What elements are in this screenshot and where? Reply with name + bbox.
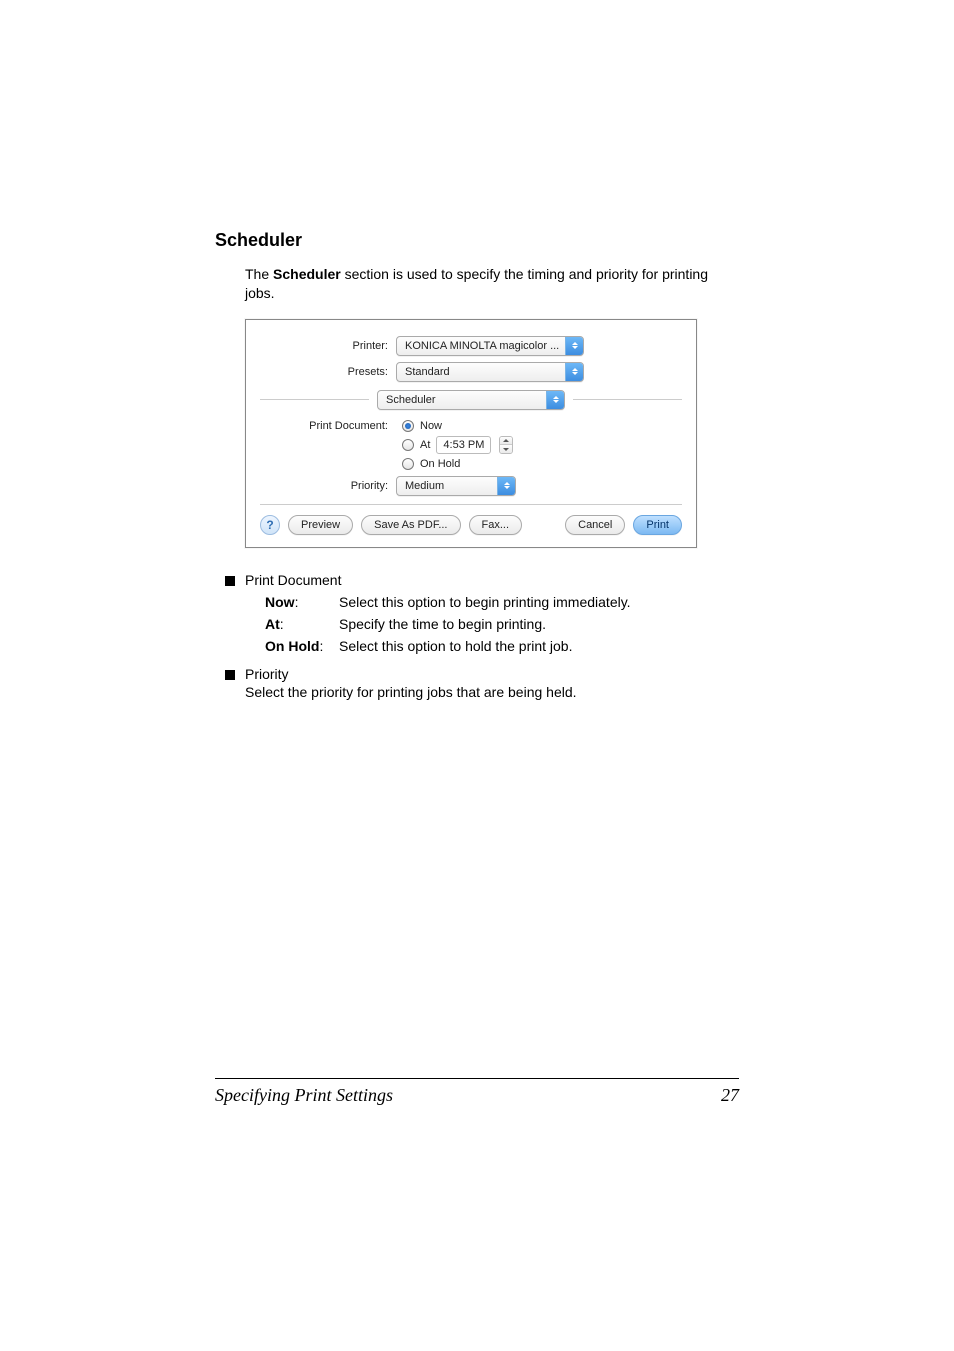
def-key: On Hold [265,638,319,654]
printer-select[interactable]: KONICA MINOLTA magicolor ... [396,336,584,356]
list-item-title: Print Document [245,572,631,588]
definition-row: Now: Select this option to begin printin… [265,594,631,610]
priority-label: Priority: [260,480,396,492]
page-number: 27 [721,1085,739,1106]
footer-rule [215,1078,739,1079]
dialog-screenshot: Printer: KONICA MINOLTA magicolor ... Pr… [245,319,739,548]
chevron-up-icon [503,439,509,442]
radio-at-label: At [420,439,430,451]
section-select-value: Scheduler [386,394,440,406]
help-button[interactable]: ? [260,515,280,535]
select-caret-icon [546,391,564,409]
def-value: Specify the time to begin printing. [339,616,631,632]
section-heading: Scheduler [215,230,739,251]
select-caret-icon [565,337,583,355]
priority-select-value: Medium [405,480,448,492]
print-document-label: Print Document: [260,420,396,432]
square-bullet-icon [225,670,235,680]
page-footer: Specifying Print Settings 27 [215,1078,739,1106]
presets-select-value: Standard [405,366,454,378]
radio-hold-label: On Hold [420,458,460,470]
presets-select[interactable]: Standard [396,362,584,382]
definition-row: At: Specify the time to begin printing. [265,616,631,632]
def-value: Select this option to begin printing imm… [339,594,631,610]
save-as-pdf-button[interactable]: Save As PDF... [361,515,460,535]
divider [260,504,682,505]
list-item-title: Priority [245,666,577,682]
radio-hold[interactable] [402,458,414,470]
presets-label: Presets: [260,366,396,378]
time-stepper[interactable] [499,436,513,454]
chevron-down-icon [503,448,509,451]
definition-row: On Hold: Select this option to hold the … [265,638,631,654]
def-key: Now [265,594,295,610]
cancel-button[interactable]: Cancel [565,515,625,535]
print-button[interactable]: Print [633,515,682,535]
def-value: Select this option to hold the print job… [339,638,631,654]
divider [573,399,682,400]
list-item-desc: Select the priority for printing jobs th… [245,684,577,700]
printer-select-value: KONICA MINOLTA magicolor ... [405,340,563,352]
list-item: Print Document Now: Select this option t… [225,572,739,660]
printer-label: Printer: [260,340,396,352]
square-bullet-icon [225,576,235,586]
radio-now-label: Now [420,420,442,432]
list-item: Priority Select the priority for printin… [225,666,739,700]
time-input[interactable]: 4:53 PM [436,436,491,454]
select-caret-icon [565,363,583,381]
priority-select[interactable]: Medium [396,476,516,496]
preview-button[interactable]: Preview [288,515,353,535]
intro-pre: The [245,266,273,282]
intro-paragraph: The Scheduler section is used to specify… [245,265,739,303]
section-select[interactable]: Scheduler [377,390,565,410]
def-key: At [265,616,280,632]
radio-now[interactable] [402,420,414,432]
fax-button[interactable]: Fax... [469,515,523,535]
footer-title: Specifying Print Settings [215,1085,393,1106]
intro-bold: Scheduler [273,266,341,282]
select-caret-icon [497,477,515,495]
radio-at[interactable] [402,439,414,451]
divider [260,399,369,400]
